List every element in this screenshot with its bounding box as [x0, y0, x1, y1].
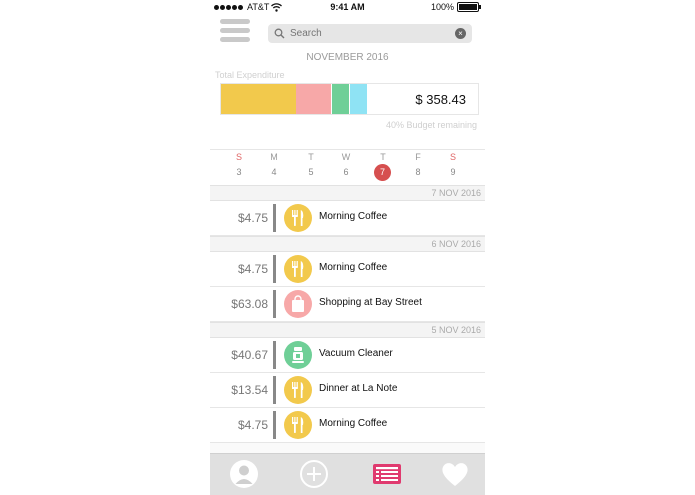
fork-knife-icon [284, 411, 312, 439]
day-number: 8 [415, 167, 421, 177]
day-number: 4 [271, 167, 277, 177]
segment-other [349, 84, 368, 114]
transaction-amount: $40.67 [231, 348, 268, 362]
transaction-amount: $4.75 [237, 418, 268, 432]
day-name: T [308, 152, 314, 162]
transaction-row[interactable]: $13.54 Dinner at La Note [210, 373, 485, 408]
date-header: 7 NOV 2016 [210, 185, 485, 201]
transaction-amount: $4.75 [237, 211, 268, 225]
week-calendar: S 3 M 4 T 5 W 6 T 7 F 8 S 9 [210, 149, 485, 186]
transaction-row[interactable]: $4.75 Morning Coffee [210, 201, 485, 236]
list-icon [373, 464, 401, 484]
plus-icon [300, 460, 328, 488]
date-header: 5 NOV 2016 [210, 322, 485, 338]
transaction-label: Morning Coffee [319, 211, 388, 222]
transaction-amount: $4.75 [237, 262, 268, 276]
total-amount: $ 358.43 [415, 92, 466, 107]
date-header: 6 NOV 2016 [210, 236, 485, 252]
fork-knife-icon [284, 376, 312, 404]
row-divider [273, 376, 276, 404]
status-bar: AT&T 9:41 AM 100% [210, 0, 485, 15]
transaction-row[interactable]: $40.67 Vacuum Cleaner [210, 338, 485, 373]
total-expenditure-label: Total Expenditure [215, 70, 285, 80]
transaction-amount: $63.08 [231, 297, 268, 311]
transaction-label: Shopping at Bay Street [319, 297, 422, 308]
heart-icon [442, 463, 468, 486]
battery-icon [457, 2, 481, 12]
row-divider [273, 204, 276, 232]
day-number: 6 [343, 167, 349, 177]
person-icon [230, 460, 258, 488]
row-divider [273, 411, 276, 439]
transaction-row[interactable]: $63.08 Shopping at Bay Street [210, 287, 485, 322]
phone-screen: AT&T 9:41 AM 100% × NOVEMBER 2016 Total … [210, 0, 485, 495]
shopping-bag-icon [284, 290, 312, 318]
day-name: M [270, 152, 278, 162]
tab-bar [210, 453, 485, 495]
battery-percent: 100% [430, 2, 454, 12]
budget-remaining: 40% Budget remaining [385, 120, 477, 130]
tab-list[interactable] [372, 459, 402, 489]
transaction-label: Morning Coffee [319, 262, 388, 273]
day-name: S [235, 152, 242, 162]
month-title: NOVEMBER 2016 [306, 52, 389, 63]
day-name: S [449, 152, 456, 162]
row-divider [273, 255, 276, 283]
tab-profile[interactable] [229, 459, 259, 489]
day-number: 3 [236, 167, 242, 177]
segment-shopping [295, 84, 332, 114]
row-divider [273, 290, 276, 318]
day-number: 7 [374, 164, 391, 181]
search-bar[interactable]: × [268, 24, 472, 43]
transaction-label: Dinner at La Note [319, 383, 398, 394]
hamburger-menu-icon[interactable] [220, 19, 250, 47]
segment-food [221, 84, 296, 114]
transaction-list[interactable]: 7 NOV 2016 $4.75 Morning Coffee 6 NOV 2016 $… [210, 185, 485, 453]
transaction-label: Vacuum Cleaner [319, 348, 393, 359]
search-input[interactable] [290, 26, 450, 41]
expenditure-bar[interactable]: $ 358.43 [220, 83, 479, 115]
fork-knife-icon [284, 204, 312, 232]
segment-appliances [331, 84, 350, 114]
day-number: 9 [450, 167, 456, 177]
transaction-row[interactable]: $4.75 Morning Coffee [210, 408, 485, 443]
tab-favorites[interactable] [440, 459, 470, 489]
day-name: T [380, 152, 386, 162]
day-number: 5 [308, 167, 314, 177]
search-icon [274, 28, 285, 39]
transaction-label: Morning Coffee [319, 418, 388, 429]
transaction-row[interactable]: $4.75 Morning Coffee [210, 252, 485, 287]
tab-add[interactable] [299, 459, 329, 489]
day-name: F [415, 152, 421, 162]
fork-knife-icon [284, 255, 312, 283]
clear-search-icon[interactable]: × [455, 28, 466, 39]
transaction-amount: $13.54 [231, 383, 268, 397]
row-divider [273, 341, 276, 369]
day-name: W [341, 152, 351, 162]
vacuum-icon [284, 341, 312, 369]
